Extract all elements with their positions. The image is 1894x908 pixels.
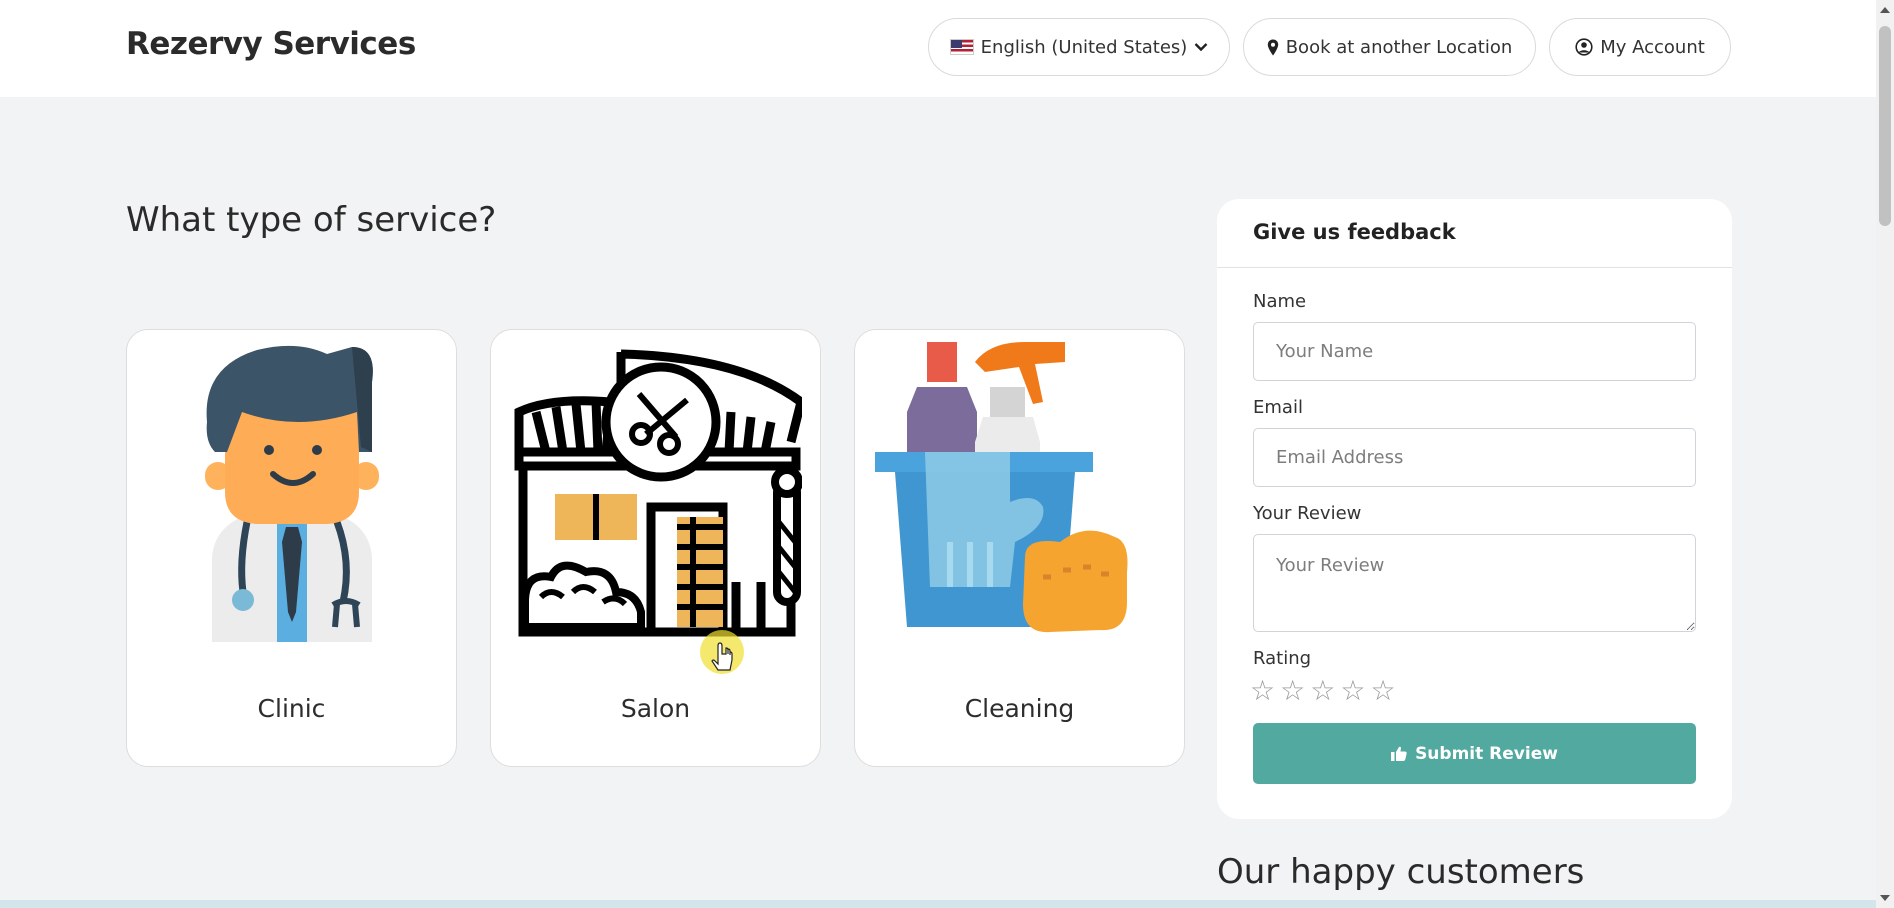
brand-logo[interactable]: Rezervy Services [126, 26, 416, 62]
service-card-cleaning[interactable]: Cleaning [854, 329, 1185, 767]
vertical-scrollbar[interactable] [1876, 0, 1894, 908]
rating-label: Rating [1253, 648, 1312, 669]
review-label: Your Review [1253, 503, 1362, 524]
email-label: Email [1253, 397, 1303, 418]
happy-customers-heading: Our happy customers [1217, 852, 1585, 892]
scrollbar-thumb[interactable] [1879, 26, 1891, 226]
services-heading: What type of service? [126, 200, 497, 240]
review-textarea[interactable] [1253, 534, 1696, 632]
email-input[interactable] [1253, 428, 1696, 487]
account-button-label: My Account [1600, 36, 1705, 58]
star-icon[interactable]: ☆ [1310, 677, 1335, 705]
language-selector[interactable]: English (United States) [928, 18, 1230, 76]
us-flag-icon [949, 39, 974, 55]
my-account-button[interactable]: My Account [1549, 18, 1731, 76]
service-label-clinic: Clinic [257, 694, 326, 723]
star-icon[interactable]: ☆ [1280, 677, 1305, 705]
name-label: Name [1253, 291, 1307, 312]
top-navbar: Rezervy Services English (United States)… [0, 0, 1876, 97]
service-label-salon: Salon [620, 694, 691, 723]
star-icon[interactable]: ☆ [1370, 677, 1395, 705]
scroll-up-arrow-icon[interactable] [1880, 7, 1890, 13]
hand-pointer-cursor-icon [700, 630, 744, 674]
service-card-clinic[interactable]: Clinic [126, 329, 457, 767]
feedback-divider [1217, 267, 1732, 268]
feedback-title: Give us feedback [1253, 220, 1456, 244]
chevron-down-icon [1194, 43, 1208, 52]
star-icon[interactable]: ☆ [1250, 677, 1275, 705]
salon-storefront-illustration [514, 349, 802, 637]
rating-stars: ☆ ☆ ☆ ☆ ☆ [1250, 677, 1396, 705]
cleaning-supplies-illustration [875, 342, 1128, 633]
scroll-down-arrow-icon[interactable] [1880, 895, 1890, 901]
submit-review-button[interactable]: Submit Review [1253, 723, 1696, 784]
section-divider-strip [0, 900, 1876, 908]
doctor-illustration [205, 345, 379, 642]
thumbs-up-icon [1391, 746, 1407, 761]
location-button-label: Book at another Location [1285, 36, 1513, 58]
star-icon[interactable]: ☆ [1340, 677, 1365, 705]
language-label: English (United States) [980, 36, 1188, 58]
name-input[interactable] [1253, 322, 1696, 381]
book-another-location-button[interactable]: Book at another Location [1243, 18, 1536, 76]
service-label-cleaning: Cleaning [964, 694, 1075, 723]
feedback-panel: Give us feedback Name Email Your Review … [1217, 199, 1732, 819]
submit-review-label: Submit Review [1415, 743, 1558, 764]
user-circle-icon [1575, 38, 1593, 56]
map-pin-icon [1267, 39, 1278, 55]
service-card-salon[interactable]: Salon [490, 329, 821, 767]
